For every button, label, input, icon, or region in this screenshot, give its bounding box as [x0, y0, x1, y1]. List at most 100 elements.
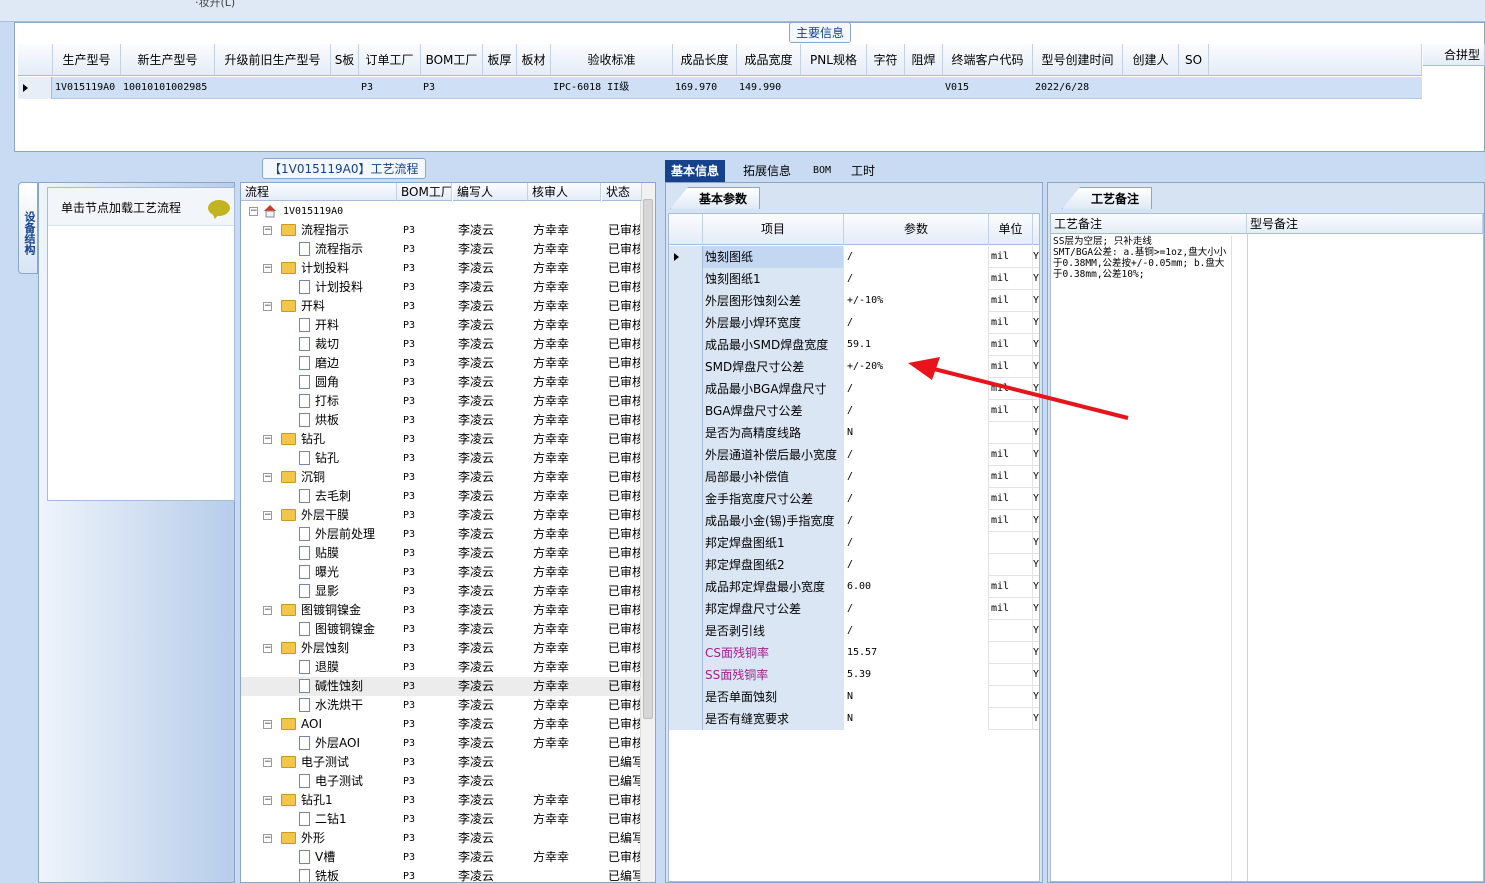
- param-value[interactable]: /: [844, 246, 989, 268]
- param-value[interactable]: N: [844, 708, 989, 730]
- param-value[interactable]: /: [844, 400, 989, 422]
- flow-col-header[interactable]: 流程: [241, 183, 397, 201]
- params-row[interactable]: 成品邦定焊盘最小宽度 6.00 mil Y: [669, 576, 1039, 598]
- collapse-icon[interactable]: −: [249, 207, 258, 216]
- tree-row[interactable]: 磨边 P3 李凌云 方幸幸 已审核: [241, 354, 641, 373]
- row-selector[interactable]: [669, 620, 703, 642]
- main-col-header[interactable]: 生产型号: [53, 44, 121, 76]
- main-cell[interactable]: P3: [361, 77, 421, 99]
- params-row[interactable]: 成品最小金(锡)手指宽度 / mil Y: [669, 510, 1039, 532]
- row-selector[interactable]: [669, 334, 703, 356]
- param-value[interactable]: /: [844, 488, 989, 510]
- main-cell[interactable]: [907, 77, 943, 99]
- param-value[interactable]: /: [844, 554, 989, 576]
- subtab-basic-params[interactable]: 基本参数: [670, 187, 761, 209]
- collapse-icon[interactable]: −: [263, 644, 272, 653]
- params-row[interactable]: 是否单面蚀刻 N Y: [669, 686, 1039, 708]
- param-value[interactable]: +/-10%: [844, 290, 989, 312]
- tree-row[interactable]: − 外形 P3 李凌云 已编写: [241, 829, 641, 848]
- params-row[interactable]: 是否有缝宽要求 N Y: [669, 708, 1039, 730]
- main-cell[interactable]: [519, 77, 551, 99]
- tab-0[interactable]: 基本信息: [665, 160, 726, 182]
- params-row[interactable]: 蚀刻图纸 / mil Y: [669, 246, 1039, 268]
- collapse-icon[interactable]: −: [263, 264, 272, 273]
- tree-row[interactable]: 图镀铜镍金 P3 李凌云 方幸幸 已审核: [241, 620, 641, 639]
- tree-row[interactable]: 钻孔 P3 李凌云 方幸幸 已审核: [241, 449, 641, 468]
- main-col-header[interactable]: 验收标准: [551, 44, 673, 76]
- tree-row[interactable]: 二钻1 P3 李凌云 方幸幸 已审核: [241, 810, 641, 829]
- main-col-header[interactable]: 板材: [517, 44, 551, 76]
- main-cell[interactable]: [217, 77, 331, 99]
- tree-row[interactable]: 退膜 P3 李凌云 方幸幸 已审核: [241, 658, 641, 677]
- param-value[interactable]: /: [844, 444, 989, 466]
- row-selector[interactable]: [669, 488, 703, 510]
- params-row[interactable]: 外层最小焊环宽度 / mil Y: [669, 312, 1039, 334]
- main-col-header[interactable]: 创建人: [1123, 44, 1179, 76]
- collapse-icon[interactable]: −: [263, 834, 272, 843]
- table-row[interactable]: 1V015119A0 10010101002985 P3 P3 IPC-6018 II级…: [18, 77, 1422, 99]
- params-col-header[interactable]: 参数: [844, 214, 989, 245]
- param-value[interactable]: 6.00: [844, 576, 989, 598]
- tree-row[interactable]: − 外层蚀刻 P3 李凌云 方幸幸 已审核: [241, 639, 641, 658]
- params-row[interactable]: 蚀刻图纸1/mil Y: [669, 268, 1039, 290]
- left-tab-equipment[interactable]: 设备结构: [18, 182, 38, 274]
- tree-row[interactable]: 去毛刺 P3 李凌云 方幸幸 已审核: [241, 487, 641, 506]
- param-value[interactable]: /: [844, 378, 989, 400]
- main-col-header[interactable]: 成品长度: [673, 44, 737, 76]
- main-col-header[interactable]: 订单工厂: [359, 44, 421, 76]
- row-selector[interactable]: [669, 378, 703, 400]
- tree-row[interactable]: 显影 P3 李凌云 方幸幸 已审核: [241, 582, 641, 601]
- collapse-icon[interactable]: −: [263, 796, 272, 805]
- params-row[interactable]: 金手指宽度尺寸公差 / mil Y: [669, 488, 1039, 510]
- main-cell[interactable]: 10010101002985: [123, 77, 215, 99]
- tree-row[interactable]: − 沉铜 P3 李凌云 方幸幸 已审核: [241, 468, 641, 487]
- tree-row[interactable]: − AOI P3 李凌云 方幸幸 已审核: [241, 715, 641, 734]
- main-col-header[interactable]: 阻焊: [905, 44, 943, 76]
- tab-1[interactable]: 拓展信息: [737, 160, 797, 182]
- tree-row[interactable]: − 外层干膜 P3 李凌云 方幸幸 已审核: [241, 506, 641, 525]
- tree-row[interactable]: − 流程指示 P3 李凌云 方幸幸 已审核: [241, 221, 641, 240]
- row-selector[interactable]: [669, 312, 703, 334]
- process-notes-text[interactable]: SS层为空层; 只补走线 SMT/BGA公差: a.基铜>=1oz,盘大小小于0…: [1053, 236, 1233, 280]
- params-row[interactable]: 邦定焊盘图纸2/ Y: [669, 554, 1039, 576]
- param-value[interactable]: /: [844, 268, 989, 290]
- row-selector[interactable]: [669, 642, 703, 664]
- tree-row[interactable]: 铣板 P3 李凌云 已编写: [241, 867, 641, 882]
- param-value[interactable]: 59.1: [844, 334, 989, 356]
- main-cell[interactable]: V015: [945, 77, 1033, 99]
- main-cell[interactable]: [869, 77, 905, 99]
- main-col-header[interactable]: 板厚: [483, 44, 517, 76]
- tree-row[interactable]: 裁切 P3 李凌云 方幸幸 已审核: [241, 335, 641, 354]
- tree-row[interactable]: 计划投料 P3 李凌云 方幸幸 已审核: [241, 278, 641, 297]
- main-col-header[interactable]: 成品宽度: [737, 44, 801, 76]
- param-value[interactable]: /: [844, 510, 989, 532]
- params-row[interactable]: 局部最小补偿值 / mil Y: [669, 466, 1039, 488]
- main-cell[interactable]: 2022/6/28: [1035, 77, 1123, 99]
- param-value[interactable]: /: [844, 620, 989, 642]
- main-cell[interactable]: [333, 77, 359, 99]
- params-row[interactable]: BGA焊盘尺寸公差 / mil Y: [669, 400, 1039, 422]
- param-value[interactable]: /: [844, 598, 989, 620]
- row-selector[interactable]: [669, 422, 703, 444]
- params-row[interactable]: 外层图形蚀刻公差 +/-10% mil Y: [669, 290, 1039, 312]
- tab-3[interactable]: 工时: [845, 160, 881, 182]
- params-col-header[interactable]: 单位: [989, 214, 1033, 245]
- main-col-header[interactable]: 升级前旧生产型号: [215, 44, 331, 76]
- params-col-header[interactable]: 项目: [703, 214, 844, 245]
- tree-row[interactable]: 贴膜 P3 李凌云 方幸幸 已审核: [241, 544, 641, 563]
- params-row[interactable]: 是否为高精度线路 N Y: [669, 422, 1039, 444]
- tree-scroll-thumb[interactable]: [643, 199, 653, 719]
- row-selector[interactable]: [669, 268, 703, 290]
- params-row[interactable]: 是否剥引线 / Y: [669, 620, 1039, 642]
- param-value[interactable]: N: [844, 686, 989, 708]
- params-row[interactable]: 成品最小BGA焊盘尺寸 / mil Y: [669, 378, 1039, 400]
- flow-col-header[interactable]: 状态: [602, 183, 642, 201]
- collapse-icon[interactable]: −: [263, 226, 272, 235]
- tree-row[interactable]: 烘板 P3 李凌云 方幸幸 已审核: [241, 411, 641, 430]
- params-row[interactable]: 成品最小SMD焊盘宽度 59.1 mil Y: [669, 334, 1039, 356]
- collapse-icon[interactable]: −: [263, 511, 272, 520]
- main-col-header[interactable]: PNL规格: [801, 44, 867, 76]
- params-row[interactable]: CS面残铜率 15.57 Y: [669, 642, 1039, 664]
- main-col-header[interactable]: 型号创建时间: [1033, 44, 1123, 76]
- merge-col-header[interactable]: 合拼型: [1423, 44, 1485, 66]
